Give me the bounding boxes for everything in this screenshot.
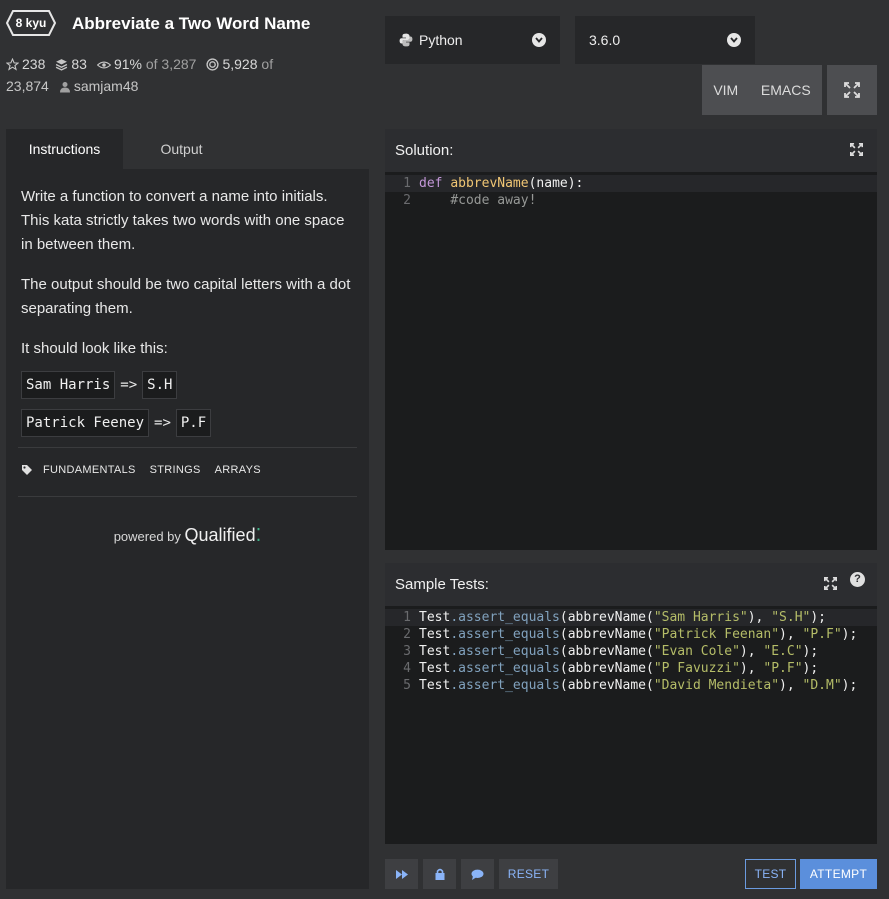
version-select[interactable]: 3.6.0 [575, 16, 755, 64]
example-arrow: => [120, 377, 138, 393]
python-icon [399, 33, 413, 47]
powered-by-qualified[interactable]: powered by Qualified⁚ [6, 525, 369, 546]
rank-badge: 8 kyu [6, 10, 56, 36]
qualified-dots-icon: ⁚ [255, 525, 262, 545]
help-icon[interactable]: ? [850, 572, 865, 587]
satisfaction-stat: 91% of 3,287 [96, 53, 196, 75]
sample-tests-code[interactable]: 1 Test.assert_equals(abbrevName("Sam Har… [385, 606, 877, 694]
example-output: P.F [175, 409, 212, 437]
instructions-paragraph: It should look like this: [21, 340, 168, 357]
star-icon [6, 58, 19, 71]
comments-icon [471, 869, 484, 880]
example-row: Sam Harris => S.H [21, 371, 354, 399]
fast-forward-icon [395, 869, 408, 879]
tag-icon [22, 465, 32, 475]
fullscreen-button[interactable] [827, 65, 877, 115]
reset-button[interactable]: RESET [499, 859, 558, 889]
description-tabs: Instructions Output [6, 129, 369, 169]
example-row: Patrick Feeney => P.F [21, 409, 354, 437]
instructions-paragraph: Write a function to convert a name into … [21, 188, 345, 253]
completed-stat: 5,928 of [206, 53, 273, 75]
code-line: 1 def abbrevName(name): [385, 175, 877, 192]
emacs-button[interactable]: EMACS [761, 82, 811, 98]
test-button[interactable]: TEST [745, 859, 796, 889]
expand-icon[interactable] [824, 577, 837, 590]
tag-arrays[interactable]: ARRAYS [215, 464, 261, 476]
sample-tests-title: Sample Tests: [395, 576, 489, 593]
example-output: S.H [142, 371, 178, 399]
layers-icon [56, 59, 68, 71]
tag-strings[interactable]: STRINGS [150, 464, 201, 476]
tab-output[interactable]: Output [123, 129, 240, 169]
example-arrow: => [154, 415, 171, 431]
code-line: 2 Test.assert_equals(abbrevName("Patrick… [403, 627, 858, 642]
solution-header: Solution: [385, 129, 877, 172]
example-input: Sam Harris [21, 371, 116, 399]
example-input: Patrick Feeney [21, 409, 150, 437]
editor-mode-toggle: VIM EMACS [702, 65, 822, 115]
kata-stats: 238 83 91% of 3,287 5,928 of 23,874 samj… [6, 53, 326, 97]
solution-editor: Solution: 1 def abbrevName(name): 2 #cod… [385, 129, 877, 550]
tab-instructions[interactable]: Instructions [6, 129, 123, 169]
expand-icon[interactable] [850, 143, 863, 156]
eye-icon [96, 61, 111, 69]
user-icon [59, 82, 70, 93]
qualified-logo: Qualified [184, 525, 256, 545]
skip-button[interactable] [385, 859, 418, 889]
instructions-content: Write a function to convert a name into … [6, 169, 369, 437]
author-link[interactable]: samjam48 [59, 75, 138, 97]
instructions-paragraph: The output should be two capital letters… [21, 276, 351, 317]
sample-tests-header: Sample Tests: ? [385, 563, 877, 606]
solution-title: Solution: [395, 142, 454, 159]
code-line: 1 Test.assert_equals(abbrevName("Sam Har… [385, 609, 877, 626]
code-line: 2 #code away! [403, 193, 537, 208]
collections-stat: 83 [55, 53, 87, 75]
target-icon [206, 58, 220, 71]
discuss-button[interactable] [461, 859, 494, 889]
language-select[interactable]: Python [385, 16, 560, 64]
tag-list: FUNDAMENTALS STRINGS ARRAYS [18, 447, 357, 497]
solution-code[interactable]: 1 def abbrevName(name): 2 #code away! [385, 172, 877, 209]
language-label: Python [419, 32, 463, 48]
version-label: 3.6.0 [589, 32, 621, 48]
attempt-button[interactable]: ATTEMPT [800, 859, 877, 889]
unlock-solutions-button[interactable] [423, 859, 456, 889]
expand-icon [844, 82, 860, 98]
kata-title: Abbreviate a Two Word Name [72, 14, 311, 33]
code-line: 5 Test.assert_equals(abbrevName("David M… [403, 678, 858, 693]
sample-tests-editor: Sample Tests: ? 1 Test.assert_equals(abb… [385, 563, 877, 844]
code-line: 4 Test.assert_equals(abbrevName("P Favuz… [403, 661, 819, 676]
description-panel: Instructions Output Write a function to … [6, 129, 369, 889]
rank-label: 8 kyu [15, 16, 47, 30]
tag-fundamentals[interactable]: FUNDAMENTALS [43, 464, 136, 476]
code-line: 3 Test.assert_equals(abbrevName("Evan Co… [403, 644, 819, 659]
completed-total: 23,874 [6, 78, 49, 94]
chevron-down-icon [532, 33, 546, 47]
vim-button[interactable]: VIM [713, 82, 738, 98]
lock-icon [435, 868, 444, 880]
chevron-down-icon [727, 33, 741, 47]
stars-stat[interactable]: 238 [6, 53, 45, 75]
